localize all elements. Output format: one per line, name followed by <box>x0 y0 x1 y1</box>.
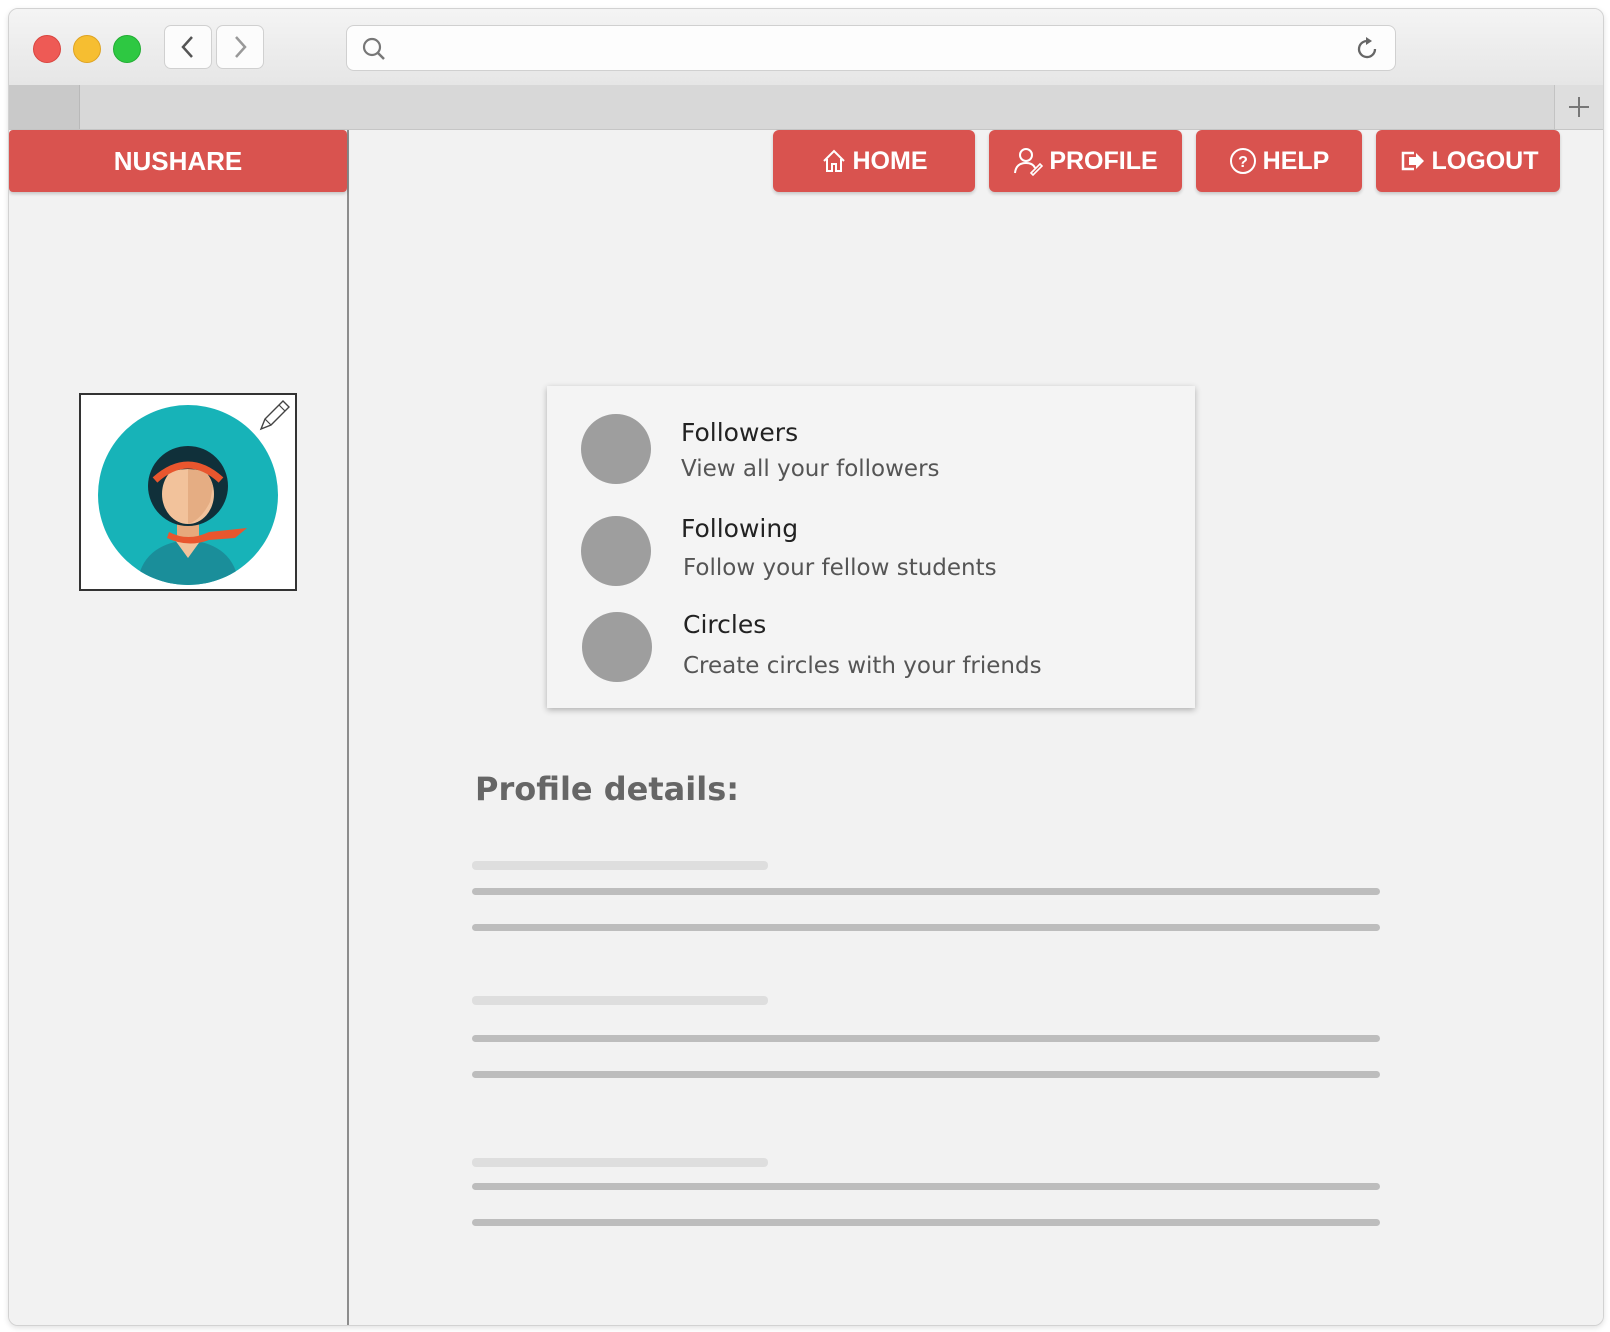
placeholder-text-line <box>472 1183 1380 1190</box>
followers-placeholder-icon <box>581 414 651 484</box>
reload-icon[interactable] <box>1353 35 1381 63</box>
circles-placeholder-icon <box>582 612 652 682</box>
placeholder-text-line <box>472 888 1380 895</box>
list-item-following[interactable]: Following Follow your fellow students <box>547 482 1195 586</box>
back-icon <box>181 36 193 58</box>
forward-icon <box>235 36 247 58</box>
followers-subtitle: View all your followers <box>681 456 940 482</box>
circles-subtitle: Create circles with your friends <box>683 653 1042 679</box>
new-tab-button[interactable] <box>1554 85 1603 129</box>
help-label: HELP <box>1262 146 1330 175</box>
tab-strip <box>9 85 1603 130</box>
logout-button[interactable]: LOGOUT <box>1376 130 1560 192</box>
home-label: HOME <box>852 146 928 175</box>
close-window-button[interactable] <box>33 35 61 63</box>
plus-icon <box>1569 97 1589 117</box>
connections-card: Followers View all your followers Follow… <box>547 386 1195 708</box>
placeholder-label-line <box>472 861 768 870</box>
maximize-window-button[interactable] <box>113 35 141 63</box>
svg-text:?: ? <box>1238 154 1248 171</box>
placeholder-label-line <box>472 1158 768 1167</box>
back-button[interactable] <box>164 25 212 69</box>
help-icon: ? <box>1229 148 1256 174</box>
placeholder-text-line <box>472 924 1380 931</box>
pencil-icon[interactable] <box>257 397 293 433</box>
followers-title: Followers <box>681 418 799 447</box>
avatar <box>98 405 278 585</box>
user-icon <box>1014 148 1044 176</box>
sidebar: NUSHARE <box>9 130 349 1325</box>
home-button[interactable]: HOME <box>773 130 975 192</box>
placeholder-label-line <box>472 996 768 1005</box>
placeholder-text-line <box>472 1219 1380 1226</box>
profile-picture-box[interactable] <box>79 393 297 591</box>
help-button[interactable]: ? HELP <box>1196 130 1362 192</box>
logout-icon <box>1401 151 1424 171</box>
address-bar[interactable] <box>346 25 1396 71</box>
following-placeholder-icon <box>581 516 651 586</box>
profile-button[interactable]: PROFILE <box>989 130 1182 192</box>
home-icon <box>822 149 845 172</box>
placeholder-text-line <box>472 1071 1380 1078</box>
brand-logo[interactable]: NUSHARE <box>9 130 347 192</box>
browser-toolbar <box>9 9 1603 86</box>
search-icon <box>362 37 385 60</box>
profile-details-heading: Profile details: <box>475 770 740 808</box>
list-item-followers[interactable]: Followers View all your followers <box>547 386 1195 484</box>
circles-title: Circles <box>683 610 767 639</box>
forward-button[interactable] <box>216 25 264 69</box>
list-item-circles[interactable]: Circles Create circles with your friends <box>547 578 1195 682</box>
logout-label: LOGOUT <box>1431 146 1539 175</box>
page-content: NUSHARE HOME PROFILE ? HELP LOGOUT Follo… <box>9 130 1603 1325</box>
browser-window: NUSHARE HOME PROFILE ? HELP LOGOUT Follo… <box>8 8 1604 1326</box>
following-title: Following <box>681 514 799 543</box>
browser-tab[interactable] <box>9 85 80 129</box>
minimize-window-button[interactable] <box>73 35 101 63</box>
placeholder-text-line <box>472 1035 1380 1042</box>
profile-label: PROFILE <box>1049 146 1158 175</box>
